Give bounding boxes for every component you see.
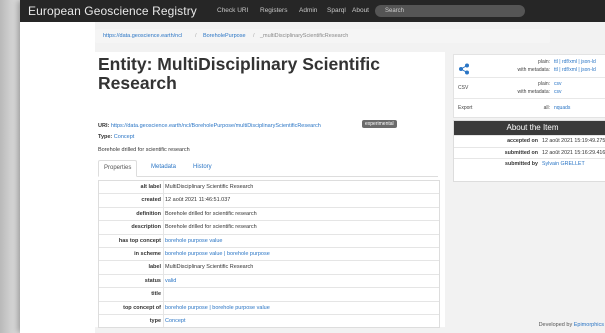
nav-check-uri[interactable]: Check URI bbox=[217, 7, 248, 14]
uri-label: URI: bbox=[98, 123, 110, 129]
breadcrumb-item-register[interactable]: https://data.geoscience.earth/ncl bbox=[103, 29, 182, 43]
breadcrumb-separator: / bbox=[195, 33, 197, 39]
page-title: Entity: MultiDisciplinary Scientific Res… bbox=[98, 54, 380, 93]
property-value: MultiDisciplinary Scientific Research bbox=[165, 184, 254, 190]
format-all-label: all: bbox=[543, 105, 550, 111]
about-row-submitted: submitted on 12 août 2021 15:16:29.416 bbox=[454, 146, 605, 159]
format-csv-metadata-link[interactable]: csv bbox=[554, 89, 562, 95]
about-row-submitter: submitted by Sylvain GRELLET bbox=[454, 158, 605, 170]
property-value: Borehole drilled for scientific research bbox=[165, 224, 257, 231]
table-row: alt label MultiDisciplinary Scientific Re… bbox=[99, 181, 439, 194]
desktop-edge bbox=[0, 0, 20, 333]
table-row: created 12 août 2021 11:46:51.037 bbox=[99, 193, 439, 207]
share-icon bbox=[459, 63, 469, 75]
accepted-label: accepted on bbox=[507, 138, 538, 144]
table-row: top concept of borehole purpose | borehol… bbox=[99, 300, 439, 314]
property-value-link[interactable]: valid bbox=[165, 275, 176, 287]
entity-uri: URI: https://data.geoscience.earth/ncl/B… bbox=[98, 123, 321, 129]
property-key: top concept of bbox=[123, 304, 161, 311]
property-key: alt label bbox=[140, 184, 161, 190]
property-key: has top concept bbox=[118, 237, 161, 244]
tab-history[interactable]: History bbox=[188, 160, 217, 175]
format-row-rdf: plain: ttl | rdf/xml | json-ld with meta… bbox=[454, 55, 605, 77]
property-key: definition bbox=[136, 210, 161, 217]
export-label: Export bbox=[458, 105, 473, 111]
nav-registers[interactable]: Registers bbox=[260, 7, 287, 14]
property-value-link[interactable]: Concept bbox=[165, 315, 186, 327]
search-input[interactable]: Search bbox=[375, 5, 525, 17]
tab-metadata[interactable]: Metadata bbox=[146, 160, 181, 175]
property-key: title bbox=[151, 291, 161, 298]
property-key: type bbox=[149, 317, 161, 324]
footer-text: Developed by bbox=[538, 322, 573, 328]
submitter-link[interactable]: Sylvain GRELLET bbox=[542, 159, 585, 170]
breadcrumb-separator: / bbox=[253, 33, 255, 39]
status-badge: experimental bbox=[362, 120, 397, 128]
property-value: 12 août 2021 11:46:51.037 bbox=[165, 197, 231, 204]
property-value: Borehole drilled for scientific research bbox=[165, 210, 257, 217]
about-heading: About the Item bbox=[454, 121, 605, 135]
property-value-link[interactable]: borehole purpose value bbox=[165, 235, 223, 247]
property-value-link[interactable]: borehole purpose value | borehole purpos… bbox=[165, 248, 270, 260]
properties-table: alt label MultiDisciplinary Scientific Re… bbox=[98, 180, 440, 329]
entity-panel: Entity: MultiDisciplinary Scientific Res… bbox=[95, 52, 445, 329]
breadcrumb-item-borehole-purpose[interactable]: BoreholePurpose bbox=[203, 29, 246, 43]
table-row: description Borehole drilled for scientif… bbox=[99, 220, 439, 234]
about-item-panel: About the Item accepted on 12 août 2021 … bbox=[453, 120, 605, 182]
nav-sparql[interactable]: Sparql bbox=[327, 7, 346, 14]
property-value-link[interactable]: borehole purpose | borehole purpose valu… bbox=[165, 302, 270, 314]
browser-window: European Geoscience Registry Check URI R… bbox=[20, 0, 605, 333]
nav-admin[interactable]: Admin bbox=[299, 7, 317, 14]
submitted-by-label: submitted by bbox=[505, 161, 538, 167]
table-row: title bbox=[99, 287, 439, 301]
table-row: type Concept bbox=[99, 313, 439, 328]
submitted-value: 12 août 2021 15:16:29.416 bbox=[542, 149, 605, 156]
page-footer: Developed by Epimorphics bbox=[539, 322, 604, 328]
entity-description: Borehole drilled for scientific research bbox=[98, 147, 190, 153]
footer-link[interactable]: Epimorphics bbox=[574, 322, 604, 328]
format-rdf-metadata-links[interactable]: ttl | rdf/xml | json-ld bbox=[554, 67, 596, 73]
format-links-panel: plain: ttl | rdf/xml | json-ld with meta… bbox=[453, 54, 605, 118]
nav-about[interactable]: About bbox=[352, 7, 369, 14]
property-key: created bbox=[141, 197, 161, 204]
about-row-accepted: accepted on 12 août 2021 15:19:49.275 bbox=[454, 135, 605, 147]
tab-properties[interactable]: Properties bbox=[98, 160, 138, 177]
format-row-export: Export all: nquads bbox=[454, 98, 605, 117]
property-key: status bbox=[144, 277, 161, 284]
format-plain-label: plain: bbox=[538, 81, 550, 87]
breadcrumb: https://data.geoscience.earth/ncl / Bore… bbox=[95, 29, 550, 43]
accepted-value: 12 août 2021 15:19:49.275 bbox=[542, 138, 605, 144]
table-row: definition Borehole drilled for scientifi… bbox=[99, 206, 439, 221]
type-link[interactable]: Concept bbox=[114, 134, 135, 140]
format-csv-plain-link[interactable]: csv bbox=[554, 81, 562, 87]
property-key: in scheme bbox=[134, 250, 161, 257]
breadcrumb-item-current: _multiDisciplinaryScientificResearch bbox=[260, 33, 349, 39]
table-row: label MultiDisciplinary Scientific Resear… bbox=[99, 260, 439, 274]
tab-bar: Properties Metadata History bbox=[98, 160, 438, 177]
csv-label: CSV bbox=[458, 85, 469, 91]
brand-title[interactable]: European Geoscience Registry bbox=[28, 4, 197, 18]
format-plain-label: plain: bbox=[538, 59, 550, 65]
table-row: has top concept borehole purpose value bbox=[99, 233, 439, 247]
table-row: status valid bbox=[99, 273, 439, 288]
format-rdf-plain-links[interactable]: ttl | rdf/xml | json-ld bbox=[554, 59, 596, 65]
submitted-label: submitted on bbox=[504, 149, 538, 156]
property-value: MultiDisciplinary Scientific Research bbox=[165, 264, 254, 271]
table-row: in scheme borehole purpose value | boreho… bbox=[99, 246, 439, 261]
content-area: https://data.geoscience.earth/ncl / Bore… bbox=[95, 22, 605, 333]
property-key: label bbox=[148, 264, 161, 271]
top-navbar: European Geoscience Registry Check URI R… bbox=[20, 0, 605, 22]
uri-link[interactable]: https://data.geoscience.earth/ncl/Boreho… bbox=[111, 123, 321, 129]
format-export-link[interactable]: nquads bbox=[554, 105, 570, 111]
property-key: description bbox=[131, 224, 161, 231]
format-metadata-label: with metadata: bbox=[517, 89, 550, 95]
type-label: Type: bbox=[98, 134, 113, 140]
format-row-csv: CSV plain: csv with metadata: csv bbox=[454, 77, 605, 99]
entity-type: Type: Concept bbox=[98, 134, 134, 140]
format-metadata-label: with metadata: bbox=[517, 67, 550, 73]
